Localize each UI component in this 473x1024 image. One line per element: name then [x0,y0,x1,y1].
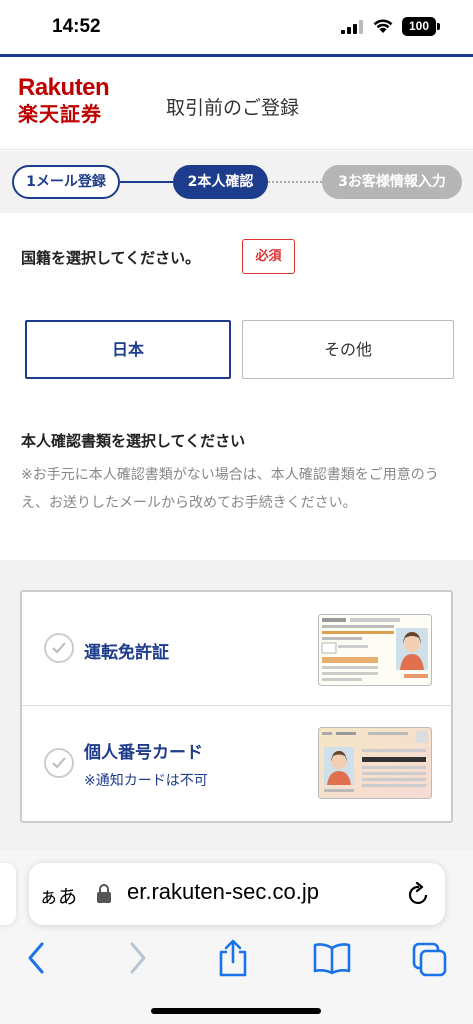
step-connector-done [120,181,173,183]
step-email-registration: 1メール登録 [12,165,120,199]
cellular-signal-icon [341,20,363,34]
status-bar: 14:52 100 [0,0,473,54]
id-option-my-number-card[interactable]: 個人番号カード ※通知カードは不可 [22,707,451,821]
required-badge: 必須 [242,239,295,274]
previous-tab-edge[interactable] [0,863,16,925]
step-identity-verification: 2本人確認 [173,165,268,199]
rakuten-logo[interactable]: Rakuten 楽天証券 [18,75,118,127]
url-text[interactable]: er.rakuten-sec.co.jp [127,879,319,905]
reload-icon[interactable] [407,881,431,907]
doc-label-drivers-license: 運転免許証 [84,643,169,663]
nationality-option-japan[interactable]: 日本 [25,320,231,379]
logo-jp: 楽天証券 [18,102,102,126]
check-circle-icon[interactable] [44,748,74,778]
home-indicator [151,1008,321,1014]
doc-label-my-number-card: 個人番号カード [84,743,203,763]
step-customer-info: 3お客様情報入力 [322,165,462,199]
id-document-list: 運転免許証 個人番号カード ※通知カードは不可 [20,590,453,823]
status-time: 14:52 [52,16,101,37]
nationality-option-other[interactable]: その他 [242,320,454,379]
step-connector-upcoming [268,181,322,183]
bookmarks-icon[interactable] [312,938,352,978]
logo-en: Rakuten [18,74,110,101]
forward-icon[interactable] [126,938,150,978]
drivers-license-image [318,614,432,686]
page-title: 取引前のご登録 [166,97,300,119]
doc-sub-my-number-card: ※通知カードは不可 [84,773,208,789]
tabs-icon[interactable] [410,938,450,978]
page-header: Rakuten 楽天証券 取引前のご登録 [0,54,473,150]
nationality-question: 国籍を選択してください。 [21,249,201,267]
lock-icon [97,884,111,903]
wifi-icon [373,19,393,33]
progress-stepper: 1メール登録 2本人確認 3お客様情報入力 [0,151,473,213]
id-document-question: 本人確認書類を選択してください [21,432,246,450]
share-icon[interactable] [216,938,250,978]
id-option-drivers-license[interactable]: 運転免許証 [22,592,451,706]
page-settings-button[interactable]: ぁあ [39,882,77,909]
battery-tip [437,23,440,30]
address-bar[interactable]: ぁあ er.rakuten-sec.co.jp [29,863,445,925]
my-number-card-image [318,727,432,799]
battery-indicator: 100 [402,17,436,36]
id-document-note: ※お手元に本人確認書類がない場合は、本人確認書類をご用意のうえ、お送りしたメール… [21,467,439,511]
check-circle-icon[interactable] [44,633,74,663]
back-icon[interactable] [24,938,48,978]
